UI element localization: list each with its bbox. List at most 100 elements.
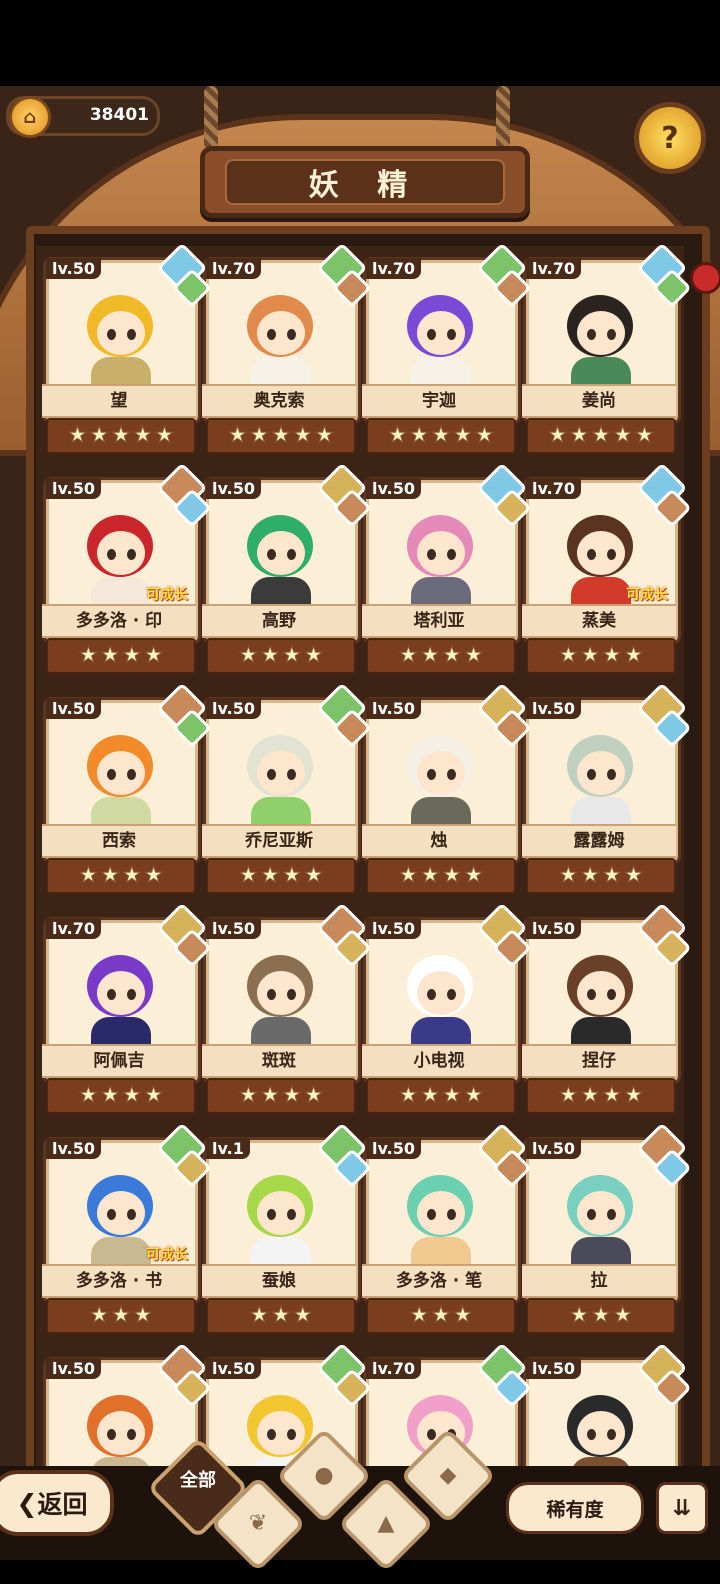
star-rating: ★ ★ ★ ★ ★ — [366, 418, 516, 454]
star-icon: ★ — [569, 423, 590, 448]
level-badge: lv.50 — [366, 918, 421, 939]
fairy-name: 奥克索 — [202, 384, 356, 418]
fairy-card[interactable]: lv.50 多多洛 · 印可成长 ★ ★ ★ ★ — [42, 462, 212, 676]
star-icon: ★ — [442, 1083, 463, 1108]
fairy-portrait-image — [549, 1165, 649, 1277]
star-icon: ★ — [580, 863, 601, 888]
star-rating: ★ ★ ★ ★ — [206, 858, 356, 894]
star-icon: ★ — [132, 1303, 153, 1328]
star-icon: ★ — [282, 863, 303, 888]
star-rating: ★ ★ ★ — [206, 1298, 356, 1334]
fairy-name: 蚕娘 — [202, 1264, 356, 1298]
sort-label: 稀有度 — [546, 1498, 604, 1521]
fairy-name: 烛 — [362, 824, 516, 858]
level-badge: lv.50 — [46, 1138, 101, 1159]
fairy-portrait-image — [549, 285, 649, 397]
fairy-name: 高野 — [202, 604, 356, 638]
fairy-card[interactable]: lv.50 小电视 ★ ★ ★ ★ — [362, 902, 532, 1116]
fairy-card[interactable]: lv.50 拉 ★ ★ ★ — [522, 1122, 692, 1336]
star-icon: ★ — [78, 1083, 99, 1108]
fairy-portrait-image — [389, 1165, 489, 1277]
sprout-icon: ❦ — [248, 1511, 268, 1536]
fairy-card[interactable]: lv.50 多多洛 · 书可成长 ★ ★ ★ — [42, 1122, 212, 1336]
star-icon: ★ — [143, 863, 164, 888]
level-badge: lv.50 — [206, 698, 261, 719]
star-icon: ★ — [591, 423, 612, 448]
level-badge: lv.1 — [206, 1138, 250, 1159]
star-icon: ★ — [122, 863, 143, 888]
fairy-portrait-image — [229, 725, 329, 837]
currency-value: 38401 — [89, 105, 149, 125]
fairy-card[interactable]: lv.50 望 ★ ★ ★ ★ ★ — [42, 242, 212, 456]
star-icon: ★ — [303, 643, 324, 668]
fairy-card[interactable]: lv.1 蚕娘 ★ ★ ★ — [202, 1122, 372, 1336]
fairy-card[interactable]: lv.50 乔尼亚斯 ★ ★ ★ ★ — [202, 682, 372, 896]
level-badge: lv.50 — [46, 258, 101, 279]
star-rating: ★ ★ ★ ★ — [206, 638, 356, 674]
star-icon: ★ — [398, 863, 419, 888]
fairy-card[interactable]: lv.50 西索 ★ ★ ★ ★ — [42, 682, 212, 896]
coin-icon: ⌂ — [9, 96, 51, 138]
star-rating: ★ ★ ★ — [526, 1298, 676, 1334]
star-icon: ★ — [238, 643, 259, 668]
fairy-name: 多多洛 · 笔 — [362, 1264, 516, 1298]
fairy-card[interactable]: lv.50 捏仔 ★ ★ ★ ★ — [522, 902, 692, 1116]
fairy-portrait-image — [389, 285, 489, 397]
level-badge: lv.50 — [526, 698, 581, 719]
fairy-card[interactable]: lv.50 烛 ★ ★ ★ ★ — [362, 682, 532, 896]
growable-tag: 可成长 — [626, 587, 668, 603]
level-badge: lv.70 — [366, 1358, 421, 1379]
notification-dot-icon — [690, 262, 720, 294]
star-rating: ★ ★ ★ ★ — [526, 1078, 676, 1114]
star-rating: ★ ★ ★ ★ ★ — [46, 418, 196, 454]
fairy-name: 阿佩吉 — [42, 1044, 196, 1078]
star-icon: ★ — [623, 863, 644, 888]
help-button[interactable]: ? — [634, 102, 706, 174]
star-icon: ★ — [249, 1303, 270, 1328]
star-icon: ★ — [78, 863, 99, 888]
star-icon: ★ — [154, 423, 175, 448]
star-icon: ★ — [111, 423, 132, 448]
star-icon: ★ — [602, 863, 623, 888]
sort-order-button[interactable]: ⇊ — [656, 1482, 708, 1534]
star-icon: ★ — [569, 1303, 590, 1328]
star-rating: ★ ★ ★ ★ ★ — [526, 418, 676, 454]
level-badge: lv.50 — [526, 918, 581, 939]
star-icon: ★ — [303, 863, 324, 888]
fairy-name: 宇迦 — [362, 384, 516, 418]
fairy-card[interactable]: lv.50 塔利亚 ★ ★ ★ ★ — [362, 462, 532, 676]
question-sprout-icon: ? — [661, 120, 679, 156]
star-icon: ★ — [143, 1083, 164, 1108]
star-rating: ★ ★ ★ ★ — [46, 638, 196, 674]
fairy-portrait-image — [229, 945, 329, 1057]
level-badge: lv.70 — [366, 258, 421, 279]
back-button[interactable]: ❮ 返回 — [0, 1470, 114, 1536]
fairy-card[interactable]: lv.50 露露姆 ★ ★ ★ ★ — [522, 682, 692, 896]
fairy-name: 多多洛 · 印 — [42, 604, 196, 638]
fairy-portrait-image — [549, 945, 649, 1057]
star-icon: ★ — [409, 1303, 430, 1328]
fairy-card[interactable]: lv.70 蒸美 可成长 ★ ★ ★ ★ — [522, 462, 692, 676]
fairy-card[interactable]: lv.50 多多洛 · 笔 ★ ★ ★ — [362, 1122, 532, 1336]
chevron-left-icon: ❮ — [16, 1488, 38, 1518]
fairy-name: 拉 — [522, 1264, 676, 1298]
star-icon: ★ — [420, 643, 441, 668]
star-icon: ★ — [420, 1083, 441, 1108]
level-badge: lv.50 — [206, 918, 261, 939]
fairy-card[interactable]: lv.70 姜尚 ★ ★ ★ ★ ★ — [522, 242, 692, 456]
fairy-name: 露露姆 — [522, 824, 676, 858]
star-icon: ★ — [260, 643, 281, 668]
page-title: 妖 精 — [308, 168, 422, 203]
star-icon: ★ — [67, 423, 88, 448]
growable-tag: 可成长 — [146, 1247, 188, 1263]
sort-rarity-button[interactable]: 稀有度 — [506, 1482, 644, 1534]
fairy-card[interactable]: lv.70 奥克索 ★ ★ ★ ★ ★ — [202, 242, 372, 456]
fairy-card[interactable]: lv.50 斑斑 ★ ★ ★ ★ — [202, 902, 372, 1116]
star-rating: ★ ★ ★ ★ — [366, 858, 516, 894]
level-badge: lv.50 — [206, 478, 261, 499]
fairy-portrait-image — [389, 945, 489, 1057]
fairy-card[interactable]: lv.70 宇迦 ★ ★ ★ ★ ★ — [362, 242, 532, 456]
fairy-card[interactable]: lv.70 阿佩吉 ★ ★ ★ ★ — [42, 902, 212, 1116]
fairy-card[interactable]: lv.50 高野 ★ ★ ★ ★ — [202, 462, 372, 676]
star-icon: ★ — [387, 423, 408, 448]
